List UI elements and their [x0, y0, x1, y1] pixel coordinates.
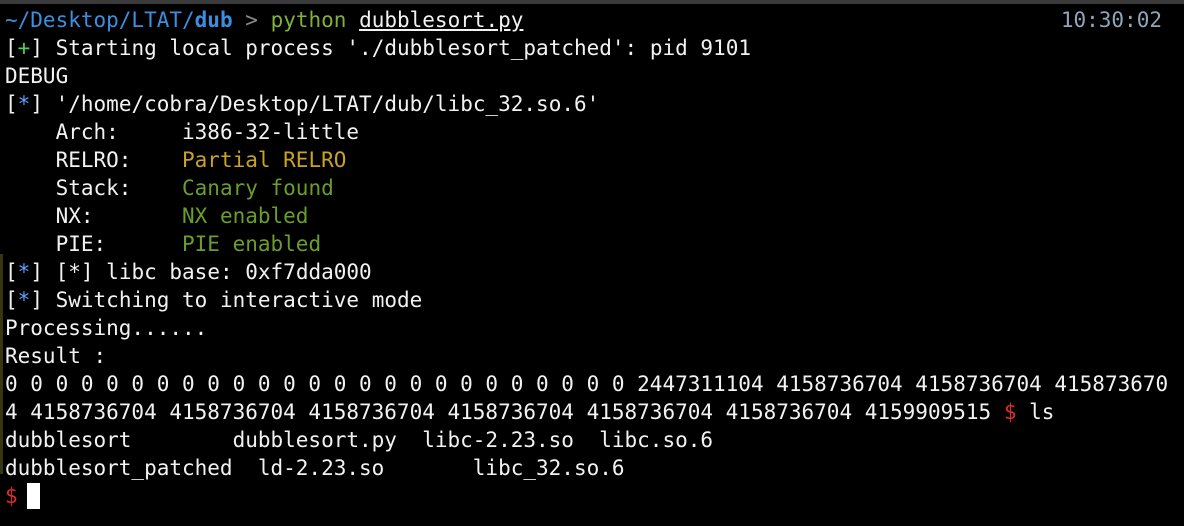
- terminal-window[interactable]: ~/Desktop/LTAT/dub > python dubblesort.p…: [0, 0, 1184, 526]
- ls-command: ls: [1016, 400, 1055, 424]
- libc-base-text: [*] libc base: 0xf7dda000: [42, 260, 372, 284]
- libc-base-line: [*] [*] libc base: 0xf7dda000: [5, 260, 372, 284]
- stack-value: Canary found: [182, 176, 334, 200]
- star-marker: *: [17, 92, 31, 116]
- result-values-text: 4 4158736704 4158736704 4158736704 41587…: [5, 400, 1004, 424]
- stack-label: Stack:: [5, 176, 183, 200]
- arch-label: Arch:: [5, 120, 183, 144]
- prompt-clock: 10:30:02: [1060, 8, 1162, 32]
- shell-prompt-dollar: $: [1003, 400, 1017, 424]
- start-process-text: Starting local process './dubblesort_pat…: [42, 36, 751, 60]
- start-process-line: [+] Starting local process './dubblesort…: [5, 36, 751, 60]
- result-values-line-1: 0 0 0 0 0 0 0 0 0 0 0 0 0 0 0 0 0 0 0 0 …: [5, 372, 1169, 396]
- arch-value: i386-32-little: [182, 120, 360, 144]
- interactive-line: [*] Switching to interactive mode: [5, 288, 423, 312]
- text-cursor[interactable]: [26, 483, 40, 509]
- relro-value: Partial RELRO: [182, 148, 347, 172]
- cwd-dir: dub: [194, 8, 233, 32]
- stack-line: Stack: Canary found: [5, 174, 334, 202]
- pie-value: PIE enabled: [182, 232, 322, 256]
- star-marker: *: [17, 260, 31, 284]
- star-marker: *: [17, 288, 31, 312]
- cwd-path: ~/Desktop/LTAT/: [5, 8, 195, 32]
- pie-line: PIE: PIE enabled: [5, 230, 322, 258]
- command-name: python: [270, 8, 347, 32]
- nx-value: NX enabled: [182, 204, 309, 228]
- window-edge-strip: [0, 254, 3, 474]
- libc-path-text: '/home/cobra/Desktop/LTAT/dub/libc_32.so…: [42, 92, 600, 116]
- debug-line: DEBUG: [5, 64, 69, 88]
- relro-label: RELRO:: [5, 148, 183, 172]
- prompt-arrow: >: [245, 8, 258, 32]
- pie-label: PIE:: [5, 232, 183, 256]
- command-argument: dubblesort.py: [359, 8, 524, 32]
- interactive-text: Switching to interactive mode: [42, 288, 423, 312]
- ls-output-row-2: dubblesort_patched ld-2.23.so libc_32.so…: [5, 456, 625, 480]
- relro-line: RELRO: Partial RELRO: [5, 146, 347, 174]
- result-label-line: Result :: [5, 344, 107, 368]
- processing-line: Processing......: [5, 316, 208, 340]
- libc-path-line: [*] '/home/cobra/Desktop/LTAT/dub/libc_3…: [5, 92, 600, 116]
- shell-prompt-line: ~/Desktop/LTAT/dub > python dubblesort.p…: [5, 6, 523, 34]
- nx-line: NX: NX enabled: [5, 202, 309, 230]
- input-prompt-line[interactable]: $: [5, 482, 40, 510]
- input-prompt-dollar: $: [5, 484, 18, 508]
- arch-line: Arch: i386-32-little: [5, 118, 359, 146]
- ls-output-row-1: dubblesort dubblesort.py libc-2.23.so li…: [5, 428, 714, 452]
- plus-marker: +: [17, 36, 31, 60]
- nx-label: NX:: [5, 204, 183, 228]
- result-values-line-2: 4 4158736704 4158736704 4158736704 41587…: [5, 398, 1054, 426]
